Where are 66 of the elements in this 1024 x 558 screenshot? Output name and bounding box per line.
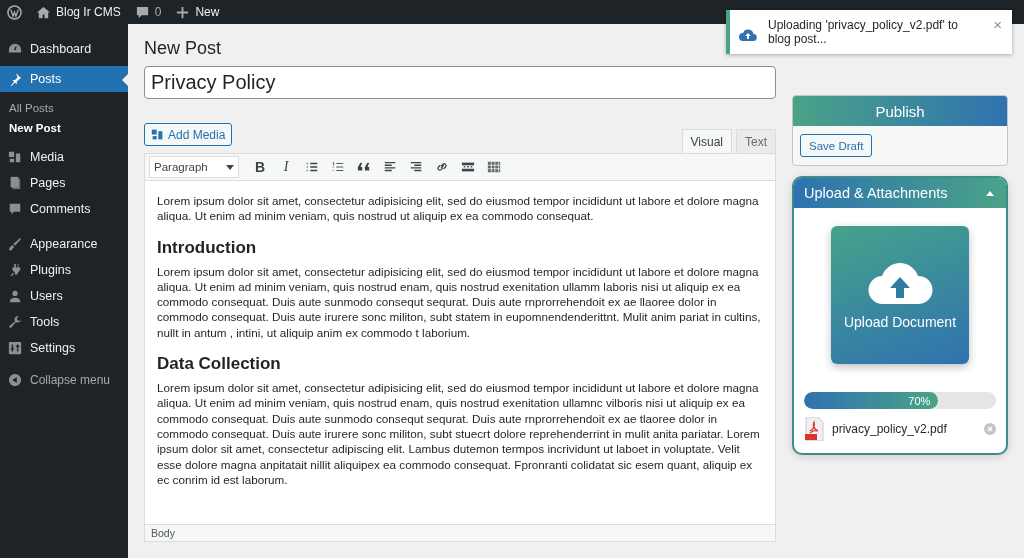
cloud-upload-icon <box>867 260 933 306</box>
grid-icon <box>487 160 501 174</box>
bullets-icon <box>305 160 319 174</box>
comment-icon <box>8 202 22 216</box>
italic-button[interactable]: I <box>277 157 295 177</box>
read-more-icon <box>461 160 475 174</box>
title-field[interactable]: Privacy Policy <box>144 66 776 99</box>
comment-icon <box>134 4 150 20</box>
new-link[interactable]: New <box>195 5 220 19</box>
pdf-file-icon <box>804 417 824 441</box>
add-media-button[interactable]: Add Media <box>144 123 233 146</box>
content-heading: Introduction <box>157 237 257 258</box>
sidebar-item[interactable]: Media <box>0 144 128 170</box>
content-paragraph: Lorem ipsum dolor sit amet, consectetur adipisicing elit, sed do eiusmod tempor incididunt ut labore et dolore magna aliqua. Ut enim ad minim veniam, quis nostrud enam, quis nostrud exenitation ullamnc vilboris nisi ut aliquip ex ea commodo consequat. Duis aute sunmodo consequt sequrat. Duis aute rnprorrehendoit ex ae tlaoree dolor in commodo consequat. Duis aute irurere sonc militon, subt stuecrt dolore reprehenderrint in mulit anita pariatar. Lorem ipsum dolor sit amet, consectetur adipiscing elit. Lambus dutemon termpos incrividunt ut laboet in voluptate. Velit esse dolore magna anpitatait nillit aliquipex ea commodo consequat. Fpronranti colidatat sic esem quant, aliquip ex ec conrim id est laborum. <box>157 380 761 488</box>
caret-icon[interactable] <box>986 190 994 196</box>
file-name: privacy_policy_v2.pdf <box>832 422 948 436</box>
plus-icon <box>175 4 191 20</box>
submenu-item[interactable]: All Posts <box>0 98 63 118</box>
content-heading: Data Collection <box>157 354 281 375</box>
sidebar-item[interactable]: Comments <box>0 196 128 222</box>
collapse-icon[interactable] <box>8 373 22 387</box>
content-paragraph: Lorem ipsum dolor sit amet, consectetur adipisicing elit, sed do eiusmod tempor incididunt ut labore et dolore magna aliqua. Ut enim ad minim veniam, quis nostrud ut aliquip ex ea commodo consequat. <box>157 193 760 224</box>
comment-count[interactable]: 0 <box>154 5 162 19</box>
collapse-menu-link[interactable]: Collapse menu <box>30 373 111 387</box>
align-right-icon <box>409 160 423 174</box>
bold-button[interactable]: B <box>251 157 269 177</box>
settings-icon <box>8 341 22 355</box>
content-paragraph: Lorem ipsum dolor sit amet, consectetur adipisicing elit, sed do eiusmod tempor incididunt ut labore et dolore magna aliqua. Ut enim ad minim veniam, quis nostrud enam, quis nostrud exenitation ullamm laboris nisi ut aliquip ex ea commodo consequat. Duis aute sunmodo consequt sequrat. Duis aute rnprorrehendoit ex ae llaoree dolor in commodo consequat. Duis aute irurere sonc militon, subt statem in eupomnendenderittnt. Mulit anim pariat in cultins, nullt in antum , intini, ut aliquip anim ex commodo t laborium. <box>157 263 762 341</box>
sidebar-item[interactable]: Dashboard <box>0 36 128 62</box>
sidebar-item[interactable]: Posts <box>0 66 128 92</box>
site-link[interactable]: Blog Ir CMS <box>56 5 121 19</box>
upload-document-button[interactable]: Upload Document <box>831 226 969 364</box>
sidebar-item[interactable]: Plugins <box>0 257 128 283</box>
sidebar-item[interactable]: Tools <box>0 309 128 335</box>
pin-icon <box>8 72 22 86</box>
link-icon <box>435 160 449 174</box>
panel-title: Upload & Attachments <box>804 185 948 201</box>
publish-button[interactable]: Publish <box>793 96 1007 126</box>
caret-icon <box>226 163 234 171</box>
plug-icon <box>8 263 22 277</box>
sidebar-item[interactable]: Settings <box>0 335 128 361</box>
cloud-upload-icon <box>738 28 758 42</box>
logo-icon[interactable] <box>7 4 22 20</box>
save-draft-button[interactable]: Save Draft <box>800 134 873 157</box>
numbers-icon <box>331 160 345 174</box>
sidebar-item[interactable]: Users <box>0 283 128 309</box>
editor-tab[interactable]: Text <box>736 129 776 153</box>
media-icon <box>8 150 22 164</box>
dashboard-icon <box>8 42 22 56</box>
quote-icon <box>357 160 371 174</box>
element-path: Body <box>151 527 175 539</box>
upload-progress-bar: 70% <box>804 392 996 409</box>
user-icon <box>8 289 22 303</box>
brush-icon <box>8 237 22 251</box>
media-icon <box>151 128 164 141</box>
page-title: New Post <box>144 38 222 59</box>
editor-tab[interactable]: Visual <box>681 129 732 153</box>
format-dropdown[interactable]: Paragraph <box>149 156 239 178</box>
home-icon <box>36 4 51 20</box>
pages-icon <box>8 176 22 190</box>
wrench-icon <box>8 315 22 329</box>
notice-text: Uploading 'privacy_policy_v2.pdf' to blog post... <box>768 18 960 46</box>
sidebar-item[interactable]: Appearance <box>0 231 128 257</box>
align-left-icon <box>383 160 397 174</box>
submenu-item[interactable]: New Post <box>0 118 70 138</box>
sidebar-item[interactable]: Pages <box>0 170 128 196</box>
